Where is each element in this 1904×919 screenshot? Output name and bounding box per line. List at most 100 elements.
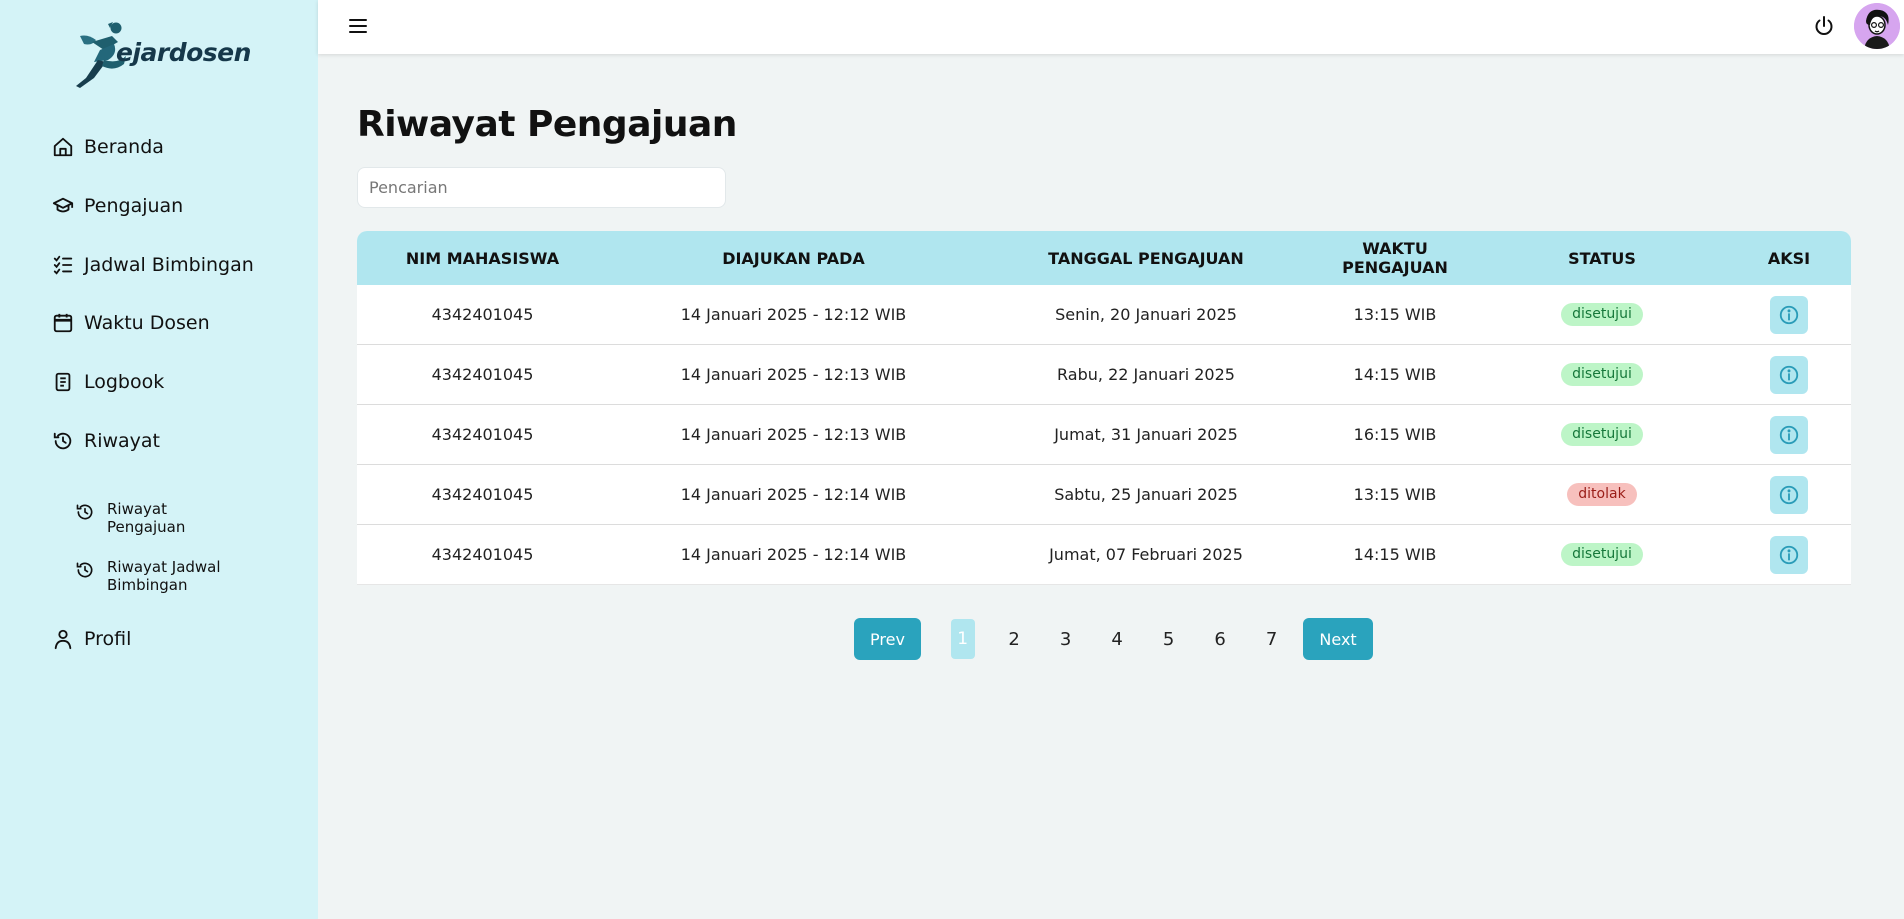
detail-button[interactable] — [1770, 475, 1808, 514]
sidebar-item-waktu-dosen[interactable]: Waktu Dosen — [52, 308, 210, 338]
sidebar-item-label: Waktu Dosen — [84, 312, 210, 334]
nim-cell: 4342401045 — [431, 305, 534, 324]
current-page-label: 1 — [950, 619, 975, 659]
user-icon — [52, 628, 74, 650]
pagination: Prev 1 2 3 4 5 6 7 Next — [854, 618, 1373, 660]
nim-cell: 4342401045 — [431, 545, 534, 564]
submission-date-cell: Sabtu, 25 Januari 2025 — [1054, 485, 1238, 504]
home-icon — [52, 136, 74, 158]
sidebar-item-label: Beranda — [84, 136, 164, 158]
nim-cell: 4342401045 — [431, 485, 534, 504]
status-cell: disetujui — [1477, 423, 1727, 446]
submitted-at-cell: 14 Januari 2025 - 12:12 WIB — [680, 305, 907, 324]
info-icon — [1779, 485, 1799, 504]
table-row: 4342401045 14 Januari 2025 - 12:13 WIB J… — [357, 405, 1851, 465]
checklist-icon — [52, 254, 74, 276]
info-icon — [1779, 305, 1799, 324]
next-page-button[interactable]: Next — [1303, 618, 1373, 660]
detail-button[interactable] — [1770, 355, 1808, 394]
submission-time-cell: 13:15 WIB — [1353, 485, 1437, 504]
status-badge: disetujui — [1561, 363, 1643, 386]
page-button-2[interactable]: 2 — [988, 629, 1040, 650]
submission-history-table: NIM MAHASISWA DIAJUKAN PADA TANGGAL PENG… — [357, 231, 1851, 585]
sidebar-item-profil[interactable]: Profil — [52, 624, 131, 654]
sidebar-item-logbook[interactable]: Logbook — [52, 367, 164, 397]
power-icon[interactable] — [1812, 14, 1836, 38]
submitted-at-cell: 14 Januari 2025 - 12:14 WIB — [680, 545, 907, 564]
graduation-cap-icon — [52, 195, 74, 217]
page-button-6[interactable]: 6 — [1194, 629, 1246, 650]
sidebar-item-riwayat[interactable]: Riwayat — [52, 426, 160, 456]
action-cell — [1727, 475, 1851, 514]
submitted-at-cell: 14 Januari 2025 - 12:14 WIB — [680, 485, 907, 504]
column-header-status: STATUS — [1568, 248, 1636, 268]
submission-date-cell: Senin, 20 Januari 2025 — [1055, 305, 1237, 324]
submitted-at-cell: 14 Januari 2025 - 12:13 WIB — [680, 425, 907, 444]
column-header-aksi: AKSI — [1767, 248, 1811, 268]
table-header: NIM MAHASISWA DIAJUKAN PADA TANGGAL PENG… — [357, 231, 1851, 285]
detail-button[interactable] — [1770, 415, 1808, 454]
top-bar — [318, 0, 1904, 54]
submission-time-cell: 14:15 WIB — [1353, 365, 1437, 384]
sidebar-item-label: Logbook — [84, 371, 165, 393]
sidebar-item-jadwal-bimbingan[interactable]: Jadwal Bimbingan — [52, 250, 254, 280]
submission-time-cell: 16:15 WIB — [1353, 425, 1437, 444]
sidebar-item-label: Profil — [84, 628, 132, 650]
submitted-at-cell: 14 Januari 2025 - 12:13 WIB — [680, 365, 907, 384]
detail-button[interactable] — [1770, 295, 1808, 334]
status-cell: disetujui — [1477, 303, 1727, 326]
status-cell: ditolak — [1477, 483, 1727, 506]
table-row: 4342401045 14 Januari 2025 - 12:13 WIB R… — [357, 345, 1851, 405]
table-row: 4342401045 14 Januari 2025 - 12:14 WIB S… — [357, 465, 1851, 525]
action-cell — [1727, 535, 1851, 574]
calendar-icon — [52, 312, 74, 334]
status-badge: disetujui — [1561, 303, 1643, 326]
sidebar-item-pengajuan[interactable]: Pengajuan — [52, 191, 183, 221]
table-row: 4342401045 14 Januari 2025 - 12:12 WIB S… — [357, 285, 1851, 345]
submission-time-cell: 14:15 WIB — [1353, 545, 1437, 564]
history-icon — [74, 559, 96, 581]
page-button-3[interactable]: 3 — [1040, 629, 1092, 650]
kejardosen-logo[interactable]: ejardosen — [74, 20, 251, 90]
sidebar-subitem-riwayat-jadwal-bimbingan[interactable]: Riwayat Jadwal Bimbingan — [74, 558, 237, 594]
sidebar-item-beranda[interactable]: Beranda — [52, 132, 164, 162]
info-icon — [1779, 545, 1799, 564]
sidebar: ejardosen Beranda Pengajuan Jadwal Bimbi… — [0, 0, 318, 919]
column-header-nim: NIM MAHASISWA — [405, 248, 560, 268]
submission-date-cell: Jumat, 31 Januari 2025 — [1054, 425, 1238, 444]
action-cell — [1727, 355, 1851, 394]
status-badge: disetujui — [1561, 543, 1643, 566]
status-badge: disetujui — [1561, 423, 1643, 446]
sidebar-subitem-riwayat-pengajuan[interactable]: Riwayat Pengajuan — [74, 500, 237, 536]
info-icon — [1779, 425, 1799, 444]
column-header-tanggal: TANGGAL PENGAJUAN — [1048, 248, 1244, 268]
submission-date-cell: Jumat, 07 Februari 2025 — [1049, 545, 1243, 564]
document-icon — [52, 371, 74, 393]
status-badge: ditolak — [1567, 483, 1637, 506]
history-icon — [52, 430, 74, 452]
history-icon — [74, 501, 96, 523]
status-cell: disetujui — [1477, 543, 1727, 566]
sidebar-subitem-label: Riwayat Jadwal Bimbingan — [107, 558, 221, 594]
search-input[interactable] — [357, 167, 726, 208]
action-cell — [1727, 295, 1851, 334]
submission-date-cell: Rabu, 22 Januari 2025 — [1057, 365, 1235, 384]
column-header-waktu: WAKTU PENGAJUAN — [1342, 239, 1448, 277]
page-button-7[interactable]: 7 — [1246, 629, 1298, 650]
column-header-diajukan: DIAJUKAN PADA — [722, 248, 865, 268]
info-icon — [1779, 365, 1799, 384]
page-title: Riwayat Pengajuan — [357, 104, 737, 145]
page-button-5[interactable]: 5 — [1143, 629, 1195, 650]
page-button-4[interactable]: 4 — [1091, 629, 1143, 650]
avatar[interactable] — [1854, 3, 1900, 49]
sidebar-subitem-label: Riwayat Pengajuan — [107, 500, 186, 536]
prev-page-button[interactable]: Prev — [854, 618, 921, 660]
hamburger-icon[interactable] — [346, 14, 370, 38]
status-cell: disetujui — [1477, 363, 1727, 386]
detail-button[interactable] — [1770, 535, 1808, 574]
sidebar-item-label: Pengajuan — [84, 195, 184, 217]
page-button-1[interactable]: 1 — [937, 619, 989, 659]
logo-text: ejardosen — [116, 38, 251, 67]
nim-cell: 4342401045 — [431, 365, 534, 384]
sidebar-item-label: Riwayat — [84, 430, 160, 452]
